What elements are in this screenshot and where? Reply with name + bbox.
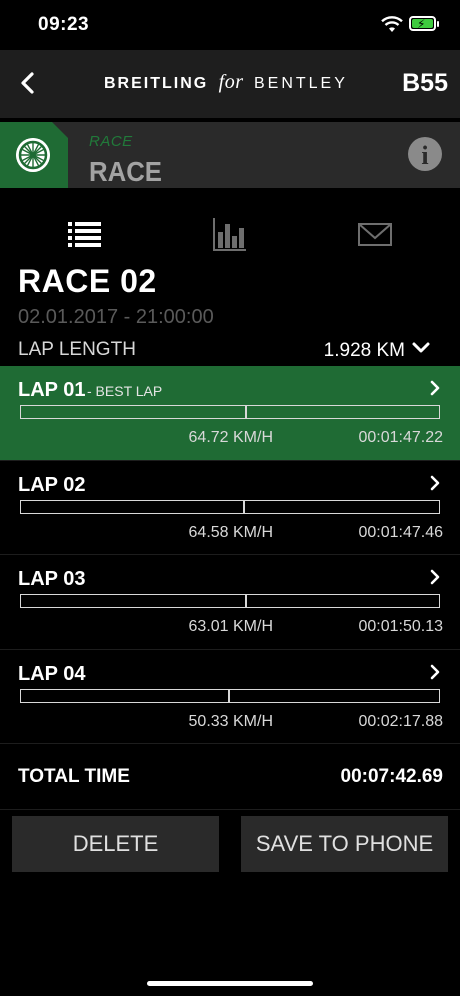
lap-speed: 50.33 KM/H xyxy=(188,712,273,730)
lap-speed: 64.72 KM/H xyxy=(188,429,273,446)
delete-button[interactable]: DELETE xyxy=(12,816,219,872)
lap-row[interactable]: LAP 01- BEST LAP 64.72 KM/H 00:01:47.22 xyxy=(0,366,460,461)
mode-label-small: RACE xyxy=(89,133,133,150)
lap-name: LAP 04 xyxy=(18,662,86,685)
lap-time: 00:01:50.13 xyxy=(358,618,443,635)
home-indicator[interactable] xyxy=(147,981,313,986)
lap-speed: 64.58 KM/H xyxy=(188,523,273,541)
view-tabs xyxy=(0,212,460,256)
lap-length-value[interactable]: 1.928 KM xyxy=(324,340,405,362)
brand-logo: BREITLING for BENTLEY xyxy=(104,71,348,94)
lap-time: 00:01:47.22 xyxy=(358,429,443,446)
wheel-icon xyxy=(16,138,50,172)
lap-time: 00:01:47.46 xyxy=(358,523,443,541)
lap-length-label: LAP LENGTH xyxy=(18,339,136,360)
lap-progress-bar xyxy=(20,594,440,608)
chevron-down-icon[interactable] xyxy=(411,340,431,356)
chevron-right-icon[interactable] xyxy=(428,664,442,680)
nav-bar: BREITLING for BENTLEY B55 xyxy=(0,50,460,118)
race-date: 02.01.2017 - 21:00:00 xyxy=(18,306,214,328)
mode-tab[interactable] xyxy=(0,122,68,188)
total-time-value: 00:07:42.69 xyxy=(340,766,443,787)
brand-bentley: BENTLEY xyxy=(253,75,348,92)
lap-name: LAP 03 xyxy=(18,568,86,590)
battery-charging-icon: ⚡ xyxy=(409,16,439,31)
lap-name: LAP 02 xyxy=(18,473,86,496)
info-icon[interactable]: i xyxy=(408,137,442,171)
bar-chart-icon[interactable] xyxy=(200,212,260,256)
lap-name: LAP 01 xyxy=(18,379,86,401)
lap-progress-bar xyxy=(20,688,440,703)
status-time: 09:23 xyxy=(38,14,90,35)
chevron-right-icon[interactable] xyxy=(428,380,442,396)
lap-progress-marker xyxy=(244,594,247,608)
total-row: TOTAL TIME 00:07:42.69 xyxy=(0,744,460,810)
lap-progress-marker xyxy=(227,688,230,703)
status-bar: 09:23 ⚡ xyxy=(0,0,460,50)
save-to-phone-button[interactable]: SAVE TO PHONE xyxy=(241,816,448,872)
mode-label-large: RACE xyxy=(89,156,162,187)
envelope-icon[interactable] xyxy=(345,212,405,256)
wifi-icon xyxy=(381,16,403,32)
chevron-left-icon[interactable] xyxy=(14,68,44,98)
lap-list: LAP 01- BEST LAP 64.72 KM/H 00:01:47.22 LAP… xyxy=(0,366,460,744)
mode-bar: RACE RACE xyxy=(0,122,460,188)
lap-progress-bar xyxy=(20,405,440,419)
lap-row[interactable]: LAP 03 63.01 KM/H 00:01:50.13 xyxy=(0,555,460,650)
lap-tag: - BEST LAP xyxy=(87,383,163,399)
lap-row[interactable]: LAP 02 64.58 KM/H 00:01:47.46 xyxy=(0,461,460,555)
watch-model: B55 xyxy=(402,69,448,97)
brand-breitling: BREITLING xyxy=(104,75,209,92)
lap-progress-marker xyxy=(244,405,247,419)
brand-for: for xyxy=(218,71,244,93)
chevron-right-icon[interactable] xyxy=(428,475,442,491)
lap-row[interactable]: LAP 04 50.33 KM/H 00:02:17.88 xyxy=(0,650,460,744)
lap-speed: 63.01 KM/H xyxy=(188,618,273,635)
lap-progress-marker xyxy=(242,499,245,514)
lap-time: 00:02:17.88 xyxy=(358,712,443,730)
list-icon[interactable] xyxy=(54,212,114,256)
total-time-label: TOTAL TIME xyxy=(18,766,130,787)
lap-progress-bar xyxy=(20,499,440,514)
chevron-right-icon[interactable] xyxy=(428,569,442,585)
info-glyph: i xyxy=(421,141,429,170)
race-title: RACE 02 xyxy=(18,263,157,299)
